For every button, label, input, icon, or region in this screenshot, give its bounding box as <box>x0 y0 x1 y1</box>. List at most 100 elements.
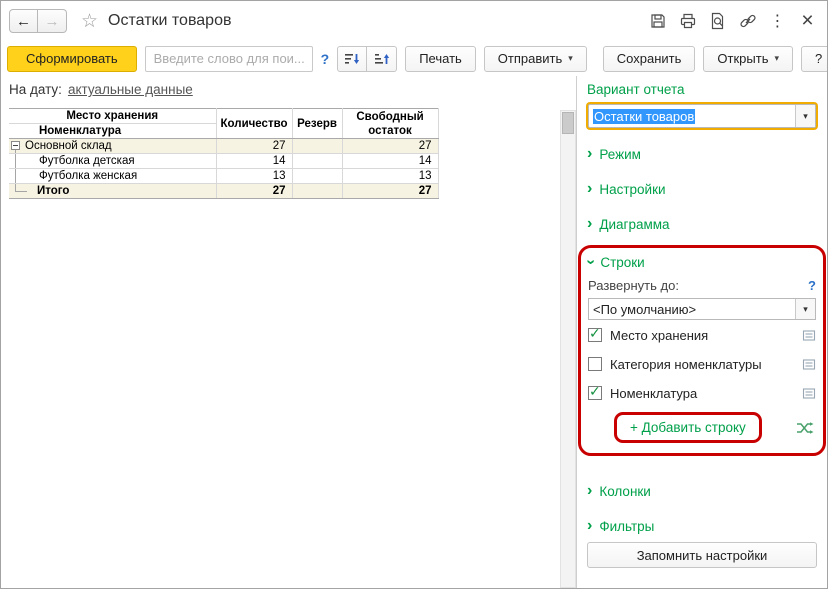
report-table: Место хранения Количество Резерв Свободн… <box>9 108 439 199</box>
cell-free[interactable]: 27 <box>341 138 439 154</box>
date-label: На дату: <box>9 82 62 97</box>
table-row-total: Итого 27 27 <box>9 183 439 199</box>
forward-button[interactable]: → <box>38 9 67 33</box>
row-field-category[interactable]: Категория номенклатуры <box>588 350 816 378</box>
row-settings-icon[interactable] <box>802 358 816 371</box>
row-field-nomenclature[interactable]: Номенклатура <box>588 379 816 407</box>
chevron-down-icon: ▾ <box>803 303 808 314</box>
content: На дату: актуальные данные Место хранения… <box>1 76 827 588</box>
chevron-down-icon: ▾ <box>568 53 573 63</box>
chevron-down-icon: ▾ <box>803 110 808 121</box>
generate-button[interactable]: Сформировать <box>7 45 137 72</box>
remember-settings-button[interactable]: Запомнить настройки <box>587 542 817 568</box>
settings-panel: Вариант отчета Остатки товаров ▾ › Режим… <box>576 76 827 588</box>
expand-to-combobox[interactable]: <По умолчанию> ▾ <box>588 298 816 320</box>
checkbox[interactable] <box>588 384 602 400</box>
collapse-icon[interactable] <box>11 141 20 150</box>
sort-asc-icon <box>374 53 389 64</box>
forward-arrow-icon: → <box>44 12 60 30</box>
header-quantity: Количество <box>215 108 293 139</box>
expand-to-label: Развернуть до: <box>588 278 679 293</box>
cell-reserve[interactable] <box>291 168 343 184</box>
cell-free[interactable]: 27 <box>341 183 439 199</box>
favorite-star-icon[interactable]: ☆ <box>81 10 98 33</box>
report-area: На дату: актуальные данные Место хранения… <box>1 76 560 588</box>
vertical-scrollbar[interactable] <box>560 110 576 588</box>
cell-reserve[interactable] <box>291 183 343 199</box>
section-diagram[interactable]: › Диаграмма <box>587 215 817 233</box>
titlebar-actions: ⋮ × <box>648 10 817 31</box>
sort-descending-button[interactable] <box>337 45 368 72</box>
expand-to-row: Развернуть до: ? <box>588 278 816 293</box>
cell-group-name[interactable]: Основной склад <box>9 138 217 154</box>
cell-qty[interactable]: 27 <box>215 183 293 199</box>
row-field-storage[interactable]: Место хранения <box>588 321 816 349</box>
table-row-group: Основной склад 27 27 <box>9 138 439 154</box>
reorder-icon[interactable] <box>795 421 814 435</box>
table-row: Футболка детская 14 14 <box>9 153 439 169</box>
save-button[interactable]: Сохранить <box>602 45 696 72</box>
help-icon[interactable]: ? <box>808 278 816 293</box>
save-icon[interactable] <box>648 12 667 31</box>
cell-item-name[interactable]: Футболка женская <box>9 168 217 184</box>
cell-total-label[interactable]: Итого <box>9 183 217 199</box>
header-nomenclature: Номенклатура <box>9 123 217 139</box>
checkbox[interactable] <box>588 357 602 371</box>
cell-qty[interactable]: 27 <box>215 138 293 154</box>
report-variant-combobox[interactable]: Остатки товаров ▾ <box>588 104 816 128</box>
send-button[interactable]: Отправить ▾ <box>483 45 587 72</box>
expand-to-value[interactable]: <По умолчанию> <box>589 299 795 319</box>
sort-ascending-button[interactable] <box>367 45 398 72</box>
section-mode[interactable]: › Режим <box>587 145 817 163</box>
cell-reserve[interactable] <box>291 153 343 169</box>
link-icon[interactable] <box>738 12 757 31</box>
search-input[interactable] <box>144 45 313 72</box>
cell-item-name[interactable]: Футболка детская <box>9 153 217 169</box>
table-row: Футболка женская 13 13 <box>9 168 439 184</box>
row-settings-icon[interactable] <box>802 387 816 400</box>
cell-free[interactable]: 14 <box>341 153 439 169</box>
chevron-right-icon: › <box>587 145 593 162</box>
section-rows[interactable]: › Строки <box>583 253 816 271</box>
section-filters[interactable]: › Фильтры <box>587 517 817 535</box>
cell-qty[interactable]: 14 <box>215 153 293 169</box>
annotation-rows-highlight: › Строки Развернуть до: ? <По умолчанию>… <box>578 245 826 456</box>
report-variant-label: Вариант отчета <box>587 82 685 97</box>
checkbox[interactable] <box>588 326 602 342</box>
search-help-icon[interactable]: ? <box>321 51 330 67</box>
page-title: Остатки товаров <box>108 12 232 29</box>
nav-buttons: ← → <box>9 9 67 33</box>
help-button[interactable]: ? <box>801 45 827 72</box>
back-button[interactable]: ← <box>9 9 38 33</box>
chevron-down-icon: › <box>582 259 600 265</box>
row-settings-icon[interactable] <box>802 329 816 342</box>
chevron-right-icon: › <box>587 517 593 534</box>
cell-free[interactable]: 13 <box>341 168 439 184</box>
header-reserve: Резерв <box>291 108 343 139</box>
open-button[interactable]: Открыть ▾ <box>703 45 793 72</box>
print-icon[interactable] <box>678 12 697 31</box>
report-window: ← → ☆ Остатки товаров ⋮ × Сформировать В… <box>0 0 828 589</box>
add-row-line: + Добавить строку <box>588 412 816 443</box>
report-variant-value: Остатки товаров <box>593 108 696 124</box>
print-button[interactable]: Печать <box>405 45 476 72</box>
chevron-right-icon: › <box>587 215 593 232</box>
chevron-right-icon: › <box>587 482 593 499</box>
cell-qty[interactable]: 13 <box>215 168 293 184</box>
chevron-right-icon: › <box>587 180 593 197</box>
toolbar: Сформировать ? Печать Отправить ▾ Сохр <box>1 41 827 76</box>
chevron-down-icon: ▾ <box>774 53 779 63</box>
expand-to-dropdown-button[interactable]: ▾ <box>795 299 815 319</box>
close-icon[interactable]: × <box>798 10 817 31</box>
report-variant-dropdown-button[interactable]: ▾ <box>795 105 815 127</box>
more-icon[interactable]: ⋮ <box>768 12 787 31</box>
preview-icon[interactable] <box>708 12 727 31</box>
scrollbar-thumb[interactable] <box>562 112 574 134</box>
sort-buttons <box>337 45 398 72</box>
add-row-button[interactable]: + Добавить строку <box>620 417 756 438</box>
section-columns[interactable]: › Колонки <box>587 482 817 500</box>
cell-reserve[interactable] <box>291 138 343 154</box>
sort-desc-icon <box>345 53 360 64</box>
date-value-link[interactable]: актуальные данные <box>68 82 193 97</box>
section-settings[interactable]: › Настройки <box>587 180 817 198</box>
